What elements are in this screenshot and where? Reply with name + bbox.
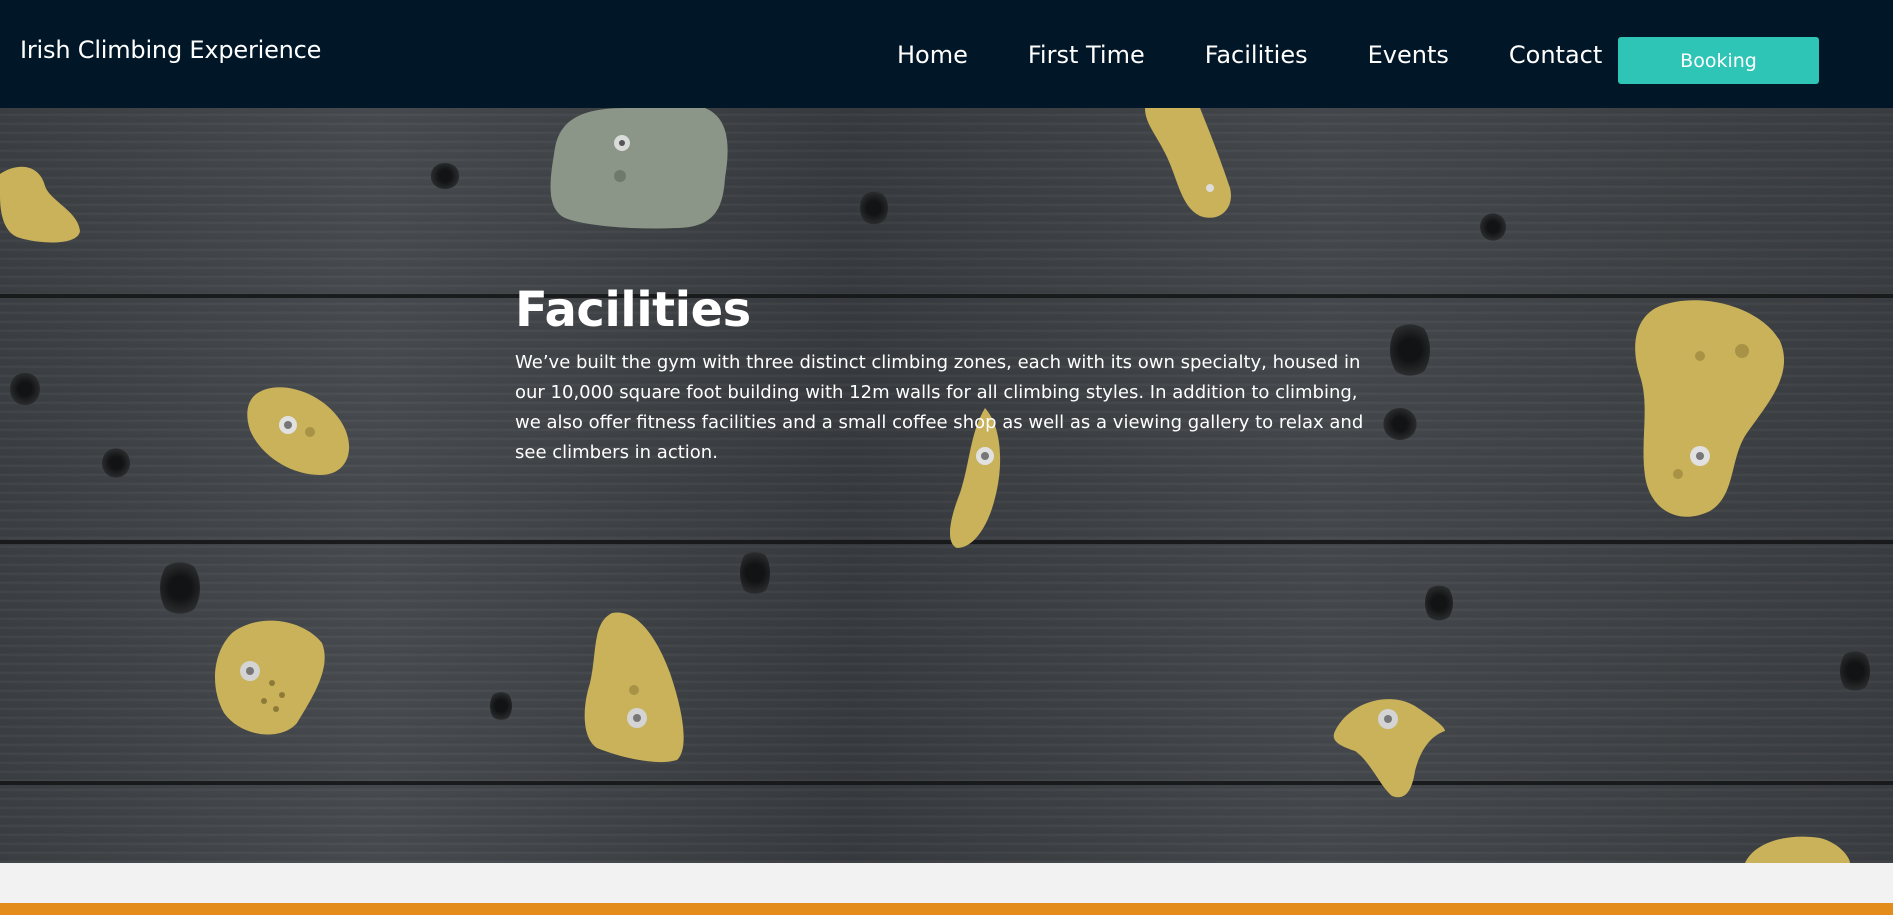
nav-events[interactable]: Events xyxy=(1368,41,1449,69)
climbing-hold-icon xyxy=(584,612,684,763)
site-brand[interactable]: Irish Climbing Experience xyxy=(20,36,321,64)
main-nav: Home First Time Facilities Events Contac… xyxy=(897,41,1602,69)
wood-knot xyxy=(860,190,888,226)
nav-facilities[interactable]: Facilities xyxy=(1205,41,1308,69)
climbing-hold-icon xyxy=(1635,300,1785,517)
wood-knot xyxy=(430,163,460,189)
climbing-hold-icon xyxy=(1745,836,1850,863)
nav-first-time[interactable]: First Time xyxy=(1028,41,1145,69)
wood-knot xyxy=(1840,648,1870,694)
hero-climbing-wall-image: Facilities We’ve built the gym with thre… xyxy=(0,108,1893,863)
climbing-hold-icon xyxy=(550,108,728,229)
top-navbar: Irish Climbing Experience Home First Tim… xyxy=(0,0,1893,108)
climbing-hold-icon xyxy=(0,166,80,243)
wood-knot xyxy=(490,690,512,722)
wood-knot xyxy=(1425,583,1453,623)
wood-knot xyxy=(10,372,40,406)
wood-knot xyxy=(1390,320,1430,380)
wood-knot xyxy=(1480,213,1506,241)
page-title: Facilities xyxy=(515,282,751,338)
wall-plank-seam xyxy=(0,781,1893,785)
climbing-hold-icon xyxy=(247,387,350,475)
nav-contact[interactable]: Contact xyxy=(1509,41,1602,69)
wood-knot xyxy=(160,558,200,618)
climbing-hold-icon xyxy=(1333,699,1445,798)
wood-knot xyxy=(102,448,130,478)
climbing-hold-icon xyxy=(214,620,325,735)
accent-stripe xyxy=(0,903,1893,915)
hero-description: We’ve built the gym with three distinct … xyxy=(515,352,1364,463)
climbing-hold-icon xyxy=(1145,108,1231,218)
nav-home[interactable]: Home xyxy=(897,41,968,69)
hero-content: Facilities We’ve built the gym with thre… xyxy=(515,282,1375,468)
wood-knot xyxy=(1383,408,1417,440)
booking-button[interactable]: Booking xyxy=(1618,37,1819,84)
wood-knot xyxy=(740,548,770,598)
